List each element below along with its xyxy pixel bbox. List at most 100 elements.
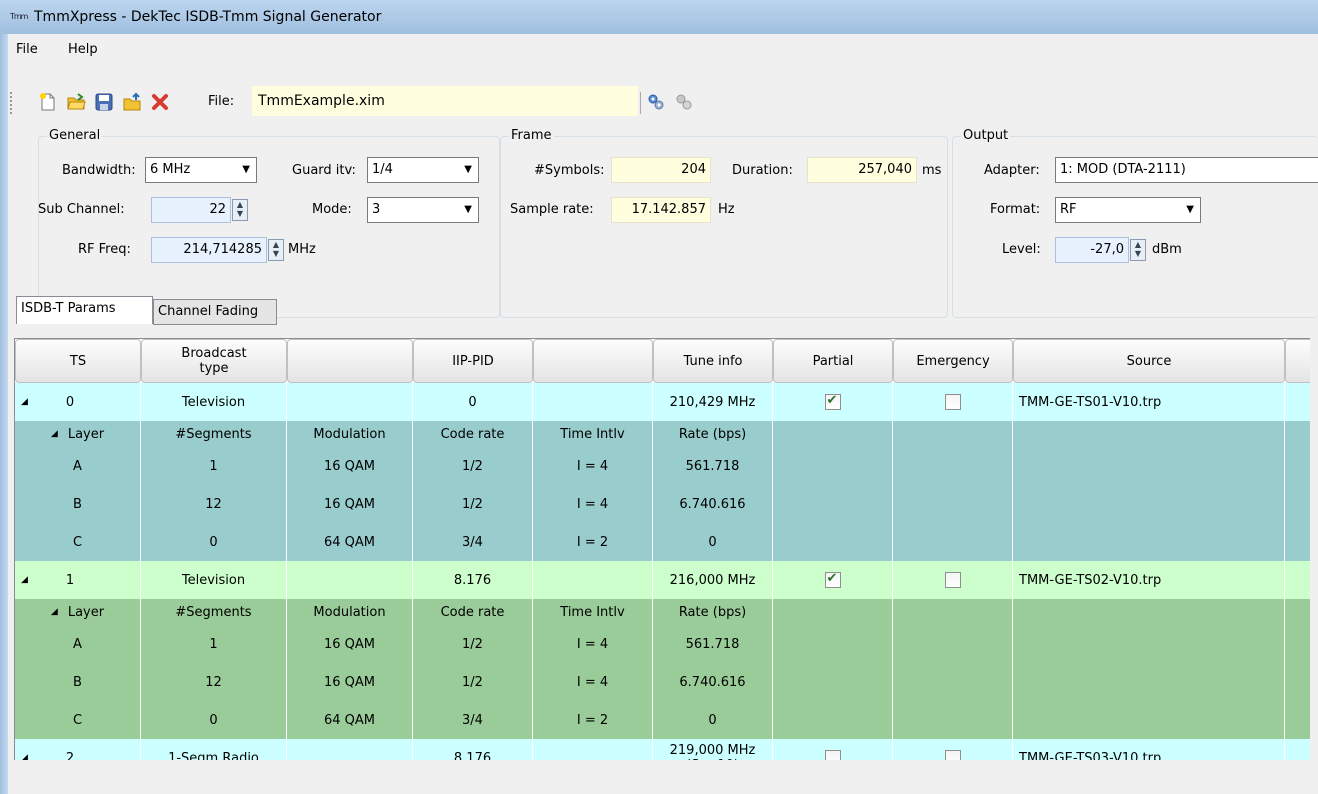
modulation: 16 QAM: [287, 447, 413, 485]
blank-cell: [533, 383, 653, 421]
source-file: TMM-GE-TS01-V10.trp: [1013, 383, 1285, 421]
start-generator-button[interactable]: [646, 92, 666, 112]
stop-generator-button[interactable]: [674, 92, 694, 112]
layer-header: ◢ Layer: [15, 599, 141, 625]
new-file-button[interactable]: [38, 92, 58, 112]
column-header[interactable]: Broadcast type: [141, 339, 287, 383]
close-file-button[interactable]: [150, 92, 170, 112]
source-file-text: TMM-GE-TS02-V10.trp: [1019, 572, 1162, 588]
rffreq-spinner[interactable]: ▲ ▼: [268, 239, 284, 261]
layer-name: C: [15, 701, 141, 739]
ts-row[interactable]: ◢1Television8.176216,000 MHzTMM-GE-TS02-…: [15, 561, 1310, 599]
subchannel-label: Sub Channel:: [38, 202, 125, 217]
chevron-down-icon: ▼: [242, 164, 250, 175]
blank-cell: [1285, 739, 1310, 760]
frame-title: Frame: [509, 128, 554, 143]
layer-header-text: Time Intlv: [560, 604, 625, 620]
column-header[interactable]: Tune info: [653, 339, 773, 383]
blank-cell: [773, 663, 893, 701]
code-rate-text: 3/4: [462, 712, 483, 728]
emergency-checkbox[interactable]: [944, 394, 961, 410]
blank-cell: [773, 625, 893, 663]
bandwidth-select[interactable]: 6 MHz ▼: [145, 157, 257, 183]
format-select[interactable]: RF ▼: [1055, 197, 1201, 223]
layer-name-text: C: [72, 712, 83, 728]
partial-checkbox[interactable]: [824, 750, 841, 760]
column-header[interactable]: TS: [15, 339, 141, 383]
blank-cell: [1285, 421, 1310, 447]
partial-cell: [773, 739, 893, 760]
ts-row[interactable]: ◢0Television0210,429 MHzTMM-GE-TS01-V10.…: [15, 383, 1310, 421]
level-spinner[interactable]: ▲ ▼: [1130, 239, 1146, 261]
file-name-field[interactable]: TmmExample.xim: [252, 86, 638, 116]
save-disk-icon: [95, 93, 113, 111]
code-rate-text: 3/4: [462, 534, 483, 550]
toolbar-separator: [640, 92, 641, 114]
samplerate-value: 17.142.857: [611, 197, 711, 223]
modulation: 64 QAM: [287, 523, 413, 561]
expand-triangle-icon[interactable]: ◢: [21, 573, 28, 588]
mode-select[interactable]: 3 ▼: [367, 197, 479, 223]
blank-cell: [1285, 701, 1310, 739]
blank-cell: [893, 485, 1013, 523]
guard-select[interactable]: 1/4 ▼: [367, 157, 479, 183]
save-as-button[interactable]: [122, 92, 142, 112]
partial-checkbox[interactable]: [824, 393, 841, 410]
expand-triangle-icon[interactable]: ◢: [21, 395, 28, 410]
layer-header-text: Time Intlv: [560, 426, 625, 442]
iip-pid: 8.176: [413, 739, 533, 760]
ts-number: 1: [65, 572, 75, 588]
blank-cell: [1285, 523, 1310, 561]
ts-row[interactable]: ◢21-Segm Radio8.176219,000 MHz (Sc=10)TM…: [15, 739, 1310, 760]
blank-cell: [1013, 523, 1285, 561]
broadcast-type-text: 1-Segm Radio: [168, 750, 259, 761]
source-file-text: TMM-GE-TS01-V10.trp: [1019, 394, 1162, 410]
save-button[interactable]: [94, 92, 114, 112]
code-rate: 3/4: [413, 701, 533, 739]
rate-bps: 561.718: [653, 447, 773, 485]
menu-bar: File Help: [8, 34, 1318, 64]
blank-cell: [1285, 663, 1310, 701]
open-file-button[interactable]: [66, 92, 86, 112]
tune-info: 210,429 MHz: [653, 383, 773, 421]
bandwidth-value: 6 MHz: [150, 162, 191, 177]
iip-pid: 8.176: [413, 561, 533, 599]
menu-help[interactable]: Help: [64, 34, 102, 66]
tab-isdbt-params[interactable]: ISDB-T Params: [16, 296, 153, 324]
tab-channel-fading[interactable]: Channel Fading: [153, 299, 277, 325]
emergency-cell: [893, 561, 1013, 599]
expand-triangle-icon[interactable]: ◢: [21, 751, 28, 761]
adapter-select[interactable]: 1: MOD (DTA-2111): [1055, 157, 1318, 183]
rate-bps: 0: [653, 701, 773, 739]
column-header[interactable]: Emergency: [893, 339, 1013, 383]
collapse-triangle-icon[interactable]: ◢: [51, 427, 58, 442]
layer-name: A: [15, 625, 141, 663]
column-header[interactable]: [287, 339, 413, 383]
column-header[interactable]: Source: [1013, 339, 1285, 383]
blank-cell: [533, 739, 653, 760]
tune-info: 216,000 MHz: [653, 561, 773, 599]
time-interleave-text: I = 2: [576, 534, 609, 550]
subchannel-spinner[interactable]: ▲ ▼: [232, 199, 248, 221]
level-input[interactable]: -27,0: [1055, 237, 1129, 263]
layer-row: A 1 16 QAM 1/2 I = 4 561.718: [15, 447, 1310, 485]
segments-text: 12: [205, 496, 222, 512]
layer-row: C 0 64 QAM 3/4 I = 2 0: [15, 701, 1310, 739]
emergency-checkbox[interactable]: [944, 572, 961, 588]
rffreq-input[interactable]: 214,714285: [151, 237, 267, 263]
collapse-triangle-icon[interactable]: ◢: [51, 605, 58, 620]
partial-cell: [773, 383, 893, 421]
blank-cell: [287, 383, 413, 421]
emergency-checkbox[interactable]: [944, 750, 961, 760]
time-interleave-text: I = 2: [576, 712, 609, 728]
column-header[interactable]: Partial: [773, 339, 893, 383]
column-header[interactable]: [533, 339, 653, 383]
segments: 1: [141, 625, 287, 663]
time-interleave: I = 4: [533, 663, 653, 701]
emergency-cell: [893, 739, 1013, 760]
partial-checkbox[interactable]: [824, 571, 841, 588]
column-header[interactable]: IIP-PID: [413, 339, 533, 383]
subchannel-input[interactable]: 22: [151, 197, 231, 223]
layer-header: Modulation: [287, 599, 413, 625]
menu-file[interactable]: File: [12, 34, 42, 66]
